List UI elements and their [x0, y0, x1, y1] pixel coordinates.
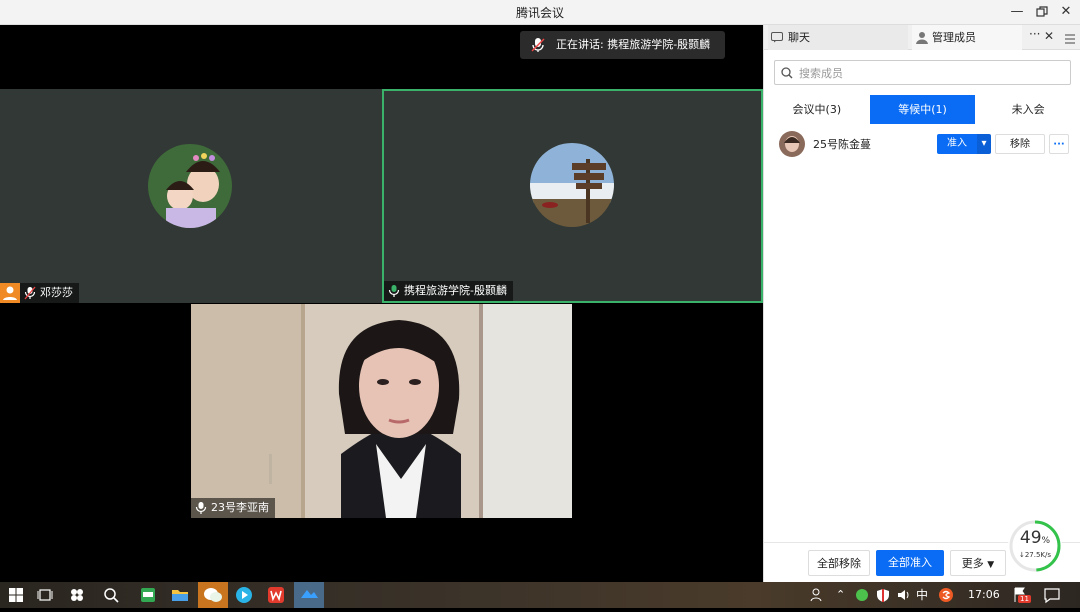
meeting-window: 腾讯会议 — ✕ 正在讲话: 携程旅游学院-殷颢麟 邓莎莎 携程旅游学院-殷颢麟… — [0, 0, 1080, 582]
network-speed-widget[interactable]: 49% ↓27.5K/s — [1008, 519, 1062, 573]
name-bar: 邓莎莎 — [0, 283, 79, 303]
chevron-down-icon: ▼ — [987, 560, 995, 570]
search-input[interactable] — [799, 64, 1059, 82]
clock[interactable]: 17:06 — [968, 582, 1000, 608]
notification-flag-icon[interactable]: 11 — [1010, 585, 1031, 605]
muted-mic-icon — [24, 286, 36, 300]
network-percent: 49% — [1019, 528, 1051, 548]
chat-icon — [771, 32, 783, 43]
sogou-icon[interactable] — [936, 585, 956, 605]
speaking-mic-icon — [531, 38, 545, 52]
action-center-icon[interactable] — [1042, 585, 1062, 605]
avatar — [148, 144, 232, 228]
menu-icon[interactable] — [1060, 29, 1080, 50]
member-name: 25号陈金蔓 — [813, 138, 871, 151]
close-panel-button[interactable]: ✕ — [1044, 29, 1054, 43]
participant-name: 邓莎莎 — [40, 286, 73, 299]
tray-expand-icon[interactable]: ⌃ — [836, 582, 845, 608]
minimize-button[interactable]: — — [1003, 2, 1031, 22]
tencent-meeting-taskbar-icon[interactable] — [294, 582, 324, 608]
list-item: 25号陈金蔓 准入 ▾ 移除 ··· — [764, 130, 1080, 158]
search-icon — [781, 67, 793, 79]
panel-tabs: 聊天 管理成员 ··· ✕ — [764, 25, 1080, 50]
people-icon[interactable] — [808, 585, 828, 605]
wechat-icon[interactable] — [198, 582, 228, 608]
notification-badge: 11 — [1018, 595, 1031, 603]
segment-waiting[interactable]: 等候中(1) — [869, 95, 976, 124]
tab-chat-label: 聊天 — [788, 31, 810, 44]
volume-icon[interactable] — [894, 585, 914, 605]
app-icon-1[interactable] — [67, 585, 87, 605]
windows-start-icon[interactable] — [6, 585, 26, 605]
close-window-button[interactable]: ✕ — [1052, 2, 1080, 22]
video-tile-liyanan[interactable]: 23号李亚南 — [191, 304, 572, 518]
member-more-button[interactable]: ··· — [1049, 134, 1069, 154]
app-icon-2[interactable] — [138, 585, 158, 605]
tab-chat[interactable]: 聊天 — [768, 25, 908, 50]
ime-indicator[interactable]: 中 — [916, 582, 928, 608]
speaking-banner: 正在讲话: 携程旅游学院-殷颢麟 — [520, 31, 725, 59]
admit-button[interactable]: 准入 — [937, 134, 977, 154]
segment-in-meeting[interactable]: 会议中(3) — [764, 95, 870, 124]
more-options-icon[interactable]: ··· — [1029, 27, 1040, 41]
host-badge-icon — [0, 283, 20, 303]
admit-all-button[interactable]: 全部准入 — [876, 550, 944, 576]
window-title: 腾讯会议 — [515, 6, 564, 20]
network-speed: ↓27.5K/s — [1018, 551, 1052, 559]
taskbar: ⌃ 中 17:06 11 — [0, 582, 1080, 608]
avatar — [779, 131, 805, 157]
participant-name: 23号李亚南 — [211, 501, 269, 514]
tray-shield-icon[interactable] — [873, 585, 893, 605]
name-bar: 23号李亚南 — [191, 498, 275, 518]
folder-icon[interactable] — [170, 585, 190, 605]
speaking-text: 正在讲话: 携程旅游学院-殷颢麟 — [556, 38, 711, 51]
video-tile-yinhaolin[interactable]: 携程旅游学院-殷颢麟 — [382, 89, 763, 303]
play-app-icon[interactable] — [234, 585, 254, 605]
wps-icon[interactable] — [266, 585, 286, 605]
member-panel: 聊天 管理成员 ··· ✕ 会议中(3) 等候中(1) 未入会 2 — [763, 25, 1080, 582]
video-tile-dengshasha[interactable]: 邓莎莎 — [0, 89, 382, 303]
person-icon — [916, 32, 928, 44]
remove-button[interactable]: 移除 — [995, 134, 1045, 154]
mic-active-icon — [388, 285, 400, 297]
name-bar: 携程旅游学院-殷颢麟 — [384, 281, 513, 301]
participant-name: 携程旅游学院-殷颢麟 — [404, 284, 507, 297]
remove-all-button[interactable]: 全部移除 — [808, 550, 870, 576]
tray-green-icon[interactable] — [852, 585, 872, 605]
search-taskbar-icon[interactable] — [101, 585, 121, 605]
avatar — [530, 143, 614, 227]
video-area: 正在讲话: 携程旅游学院-殷颢麟 邓莎莎 携程旅游学院-殷颢麟 23号李亚南 — [0, 25, 763, 582]
mic-icon — [195, 502, 207, 514]
task-view-icon[interactable] — [35, 585, 55, 605]
member-segments: 会议中(3) 等候中(1) 未入会 — [764, 95, 1080, 124]
camera-feed — [191, 304, 572, 518]
title-bar: 腾讯会议 — ✕ — [0, 0, 1080, 25]
member-search[interactable] — [774, 60, 1071, 85]
more-button-label: 更多 — [961, 557, 984, 570]
segment-not-joined[interactable]: 未入会 — [975, 95, 1080, 124]
more-button[interactable]: 更多 ▼ — [950, 550, 1006, 576]
tab-manage-members-label: 管理成员 — [932, 31, 976, 44]
tab-manage-members[interactable]: 管理成员 — [912, 25, 1022, 50]
admit-dropdown-icon[interactable]: ▾ — [977, 134, 991, 154]
